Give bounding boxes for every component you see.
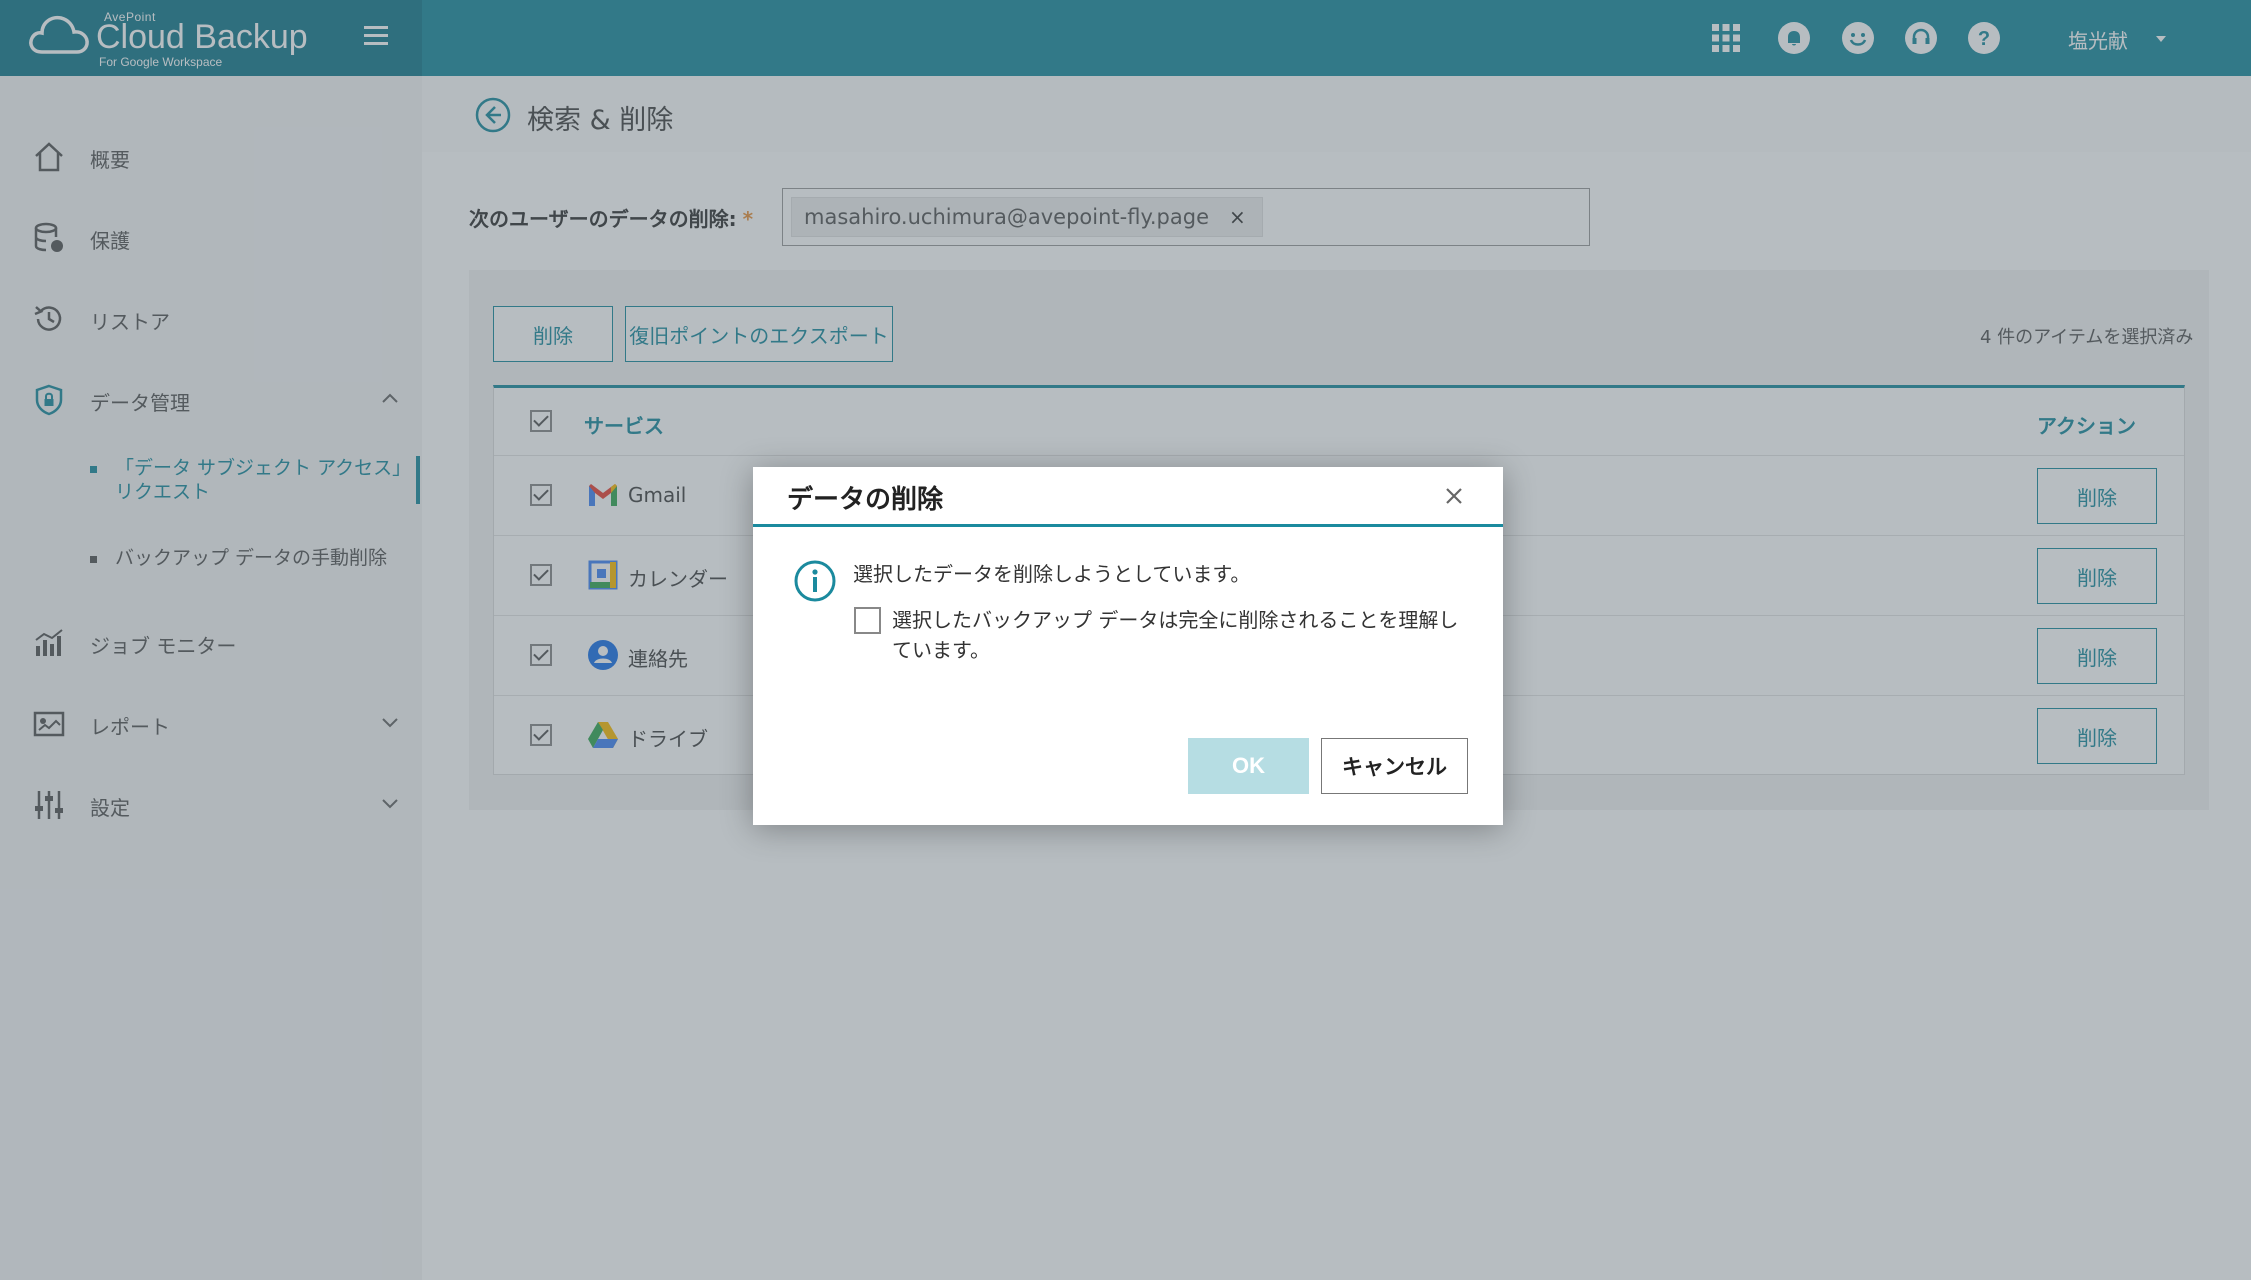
dialog-title: データの削除 — [787, 485, 944, 515]
confirm-checkbox[interactable] — [854, 607, 881, 634]
ok-button[interactable]: OK — [1188, 738, 1309, 794]
dialog-header: データの削除 — [753, 467, 1503, 527]
confirm-checkbox-label[interactable]: 選択したバックアップ データは完全に削除されることを理解しています。 — [892, 605, 1472, 665]
info-icon — [794, 560, 836, 602]
delete-data-dialog: データの削除 選択したデータを削除しようとしています。 選択したバックアップ デ… — [753, 467, 1503, 825]
close-icon[interactable] — [1441, 483, 1467, 509]
dialog-message: 選択したデータを削除しようとしています。 — [853, 562, 1251, 586]
cancel-button[interactable]: キャンセル — [1321, 738, 1468, 794]
